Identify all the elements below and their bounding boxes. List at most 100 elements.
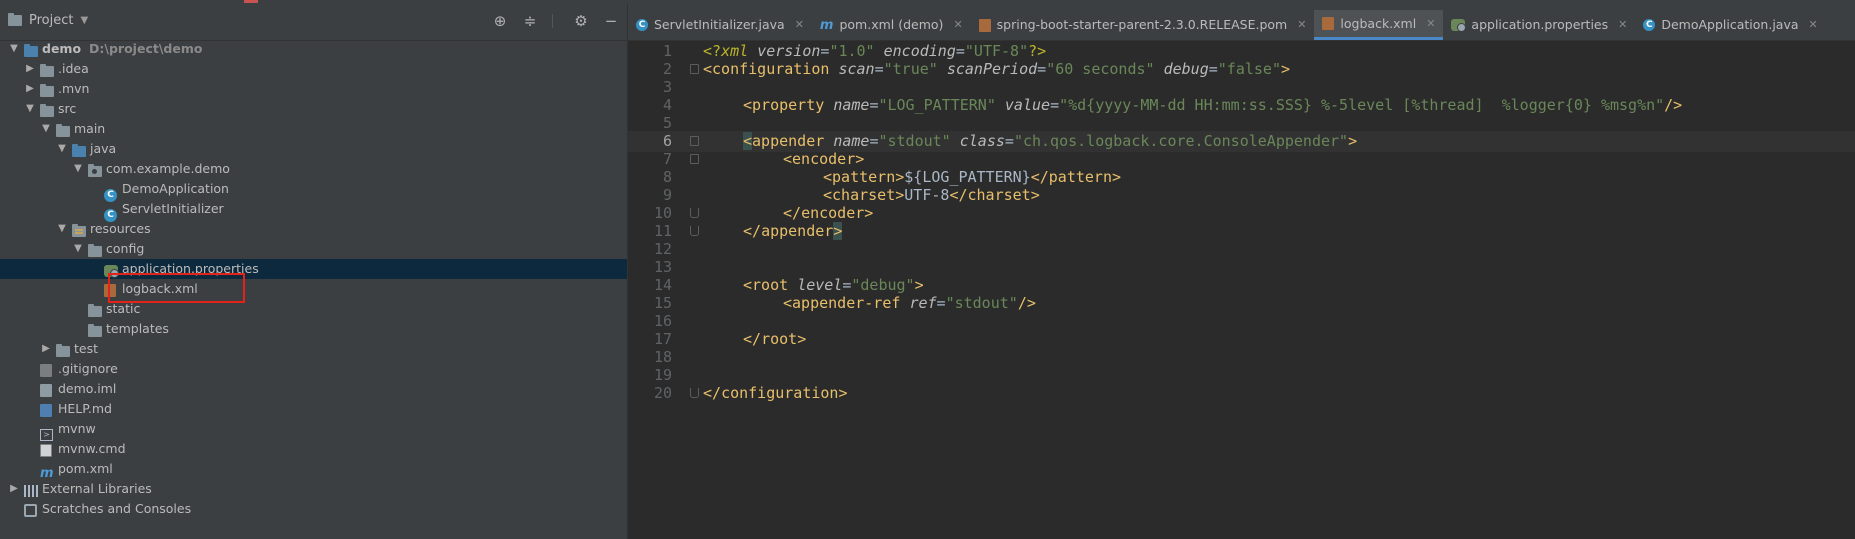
- maven-icon: m: [819, 17, 834, 33]
- attr-name: scan: [838, 60, 875, 78]
- editor-tab-application-properties[interactable]: application.properties ✕: [1443, 10, 1635, 40]
- attr-value: "stdout": [878, 132, 951, 150]
- tree-item-application-properties[interactable]: application.properties: [0, 259, 627, 279]
- expand-arrow-right-icon[interactable]: ▶: [24, 59, 36, 79]
- minimize-icon[interactable]: −: [603, 13, 619, 29]
- tree-item-src[interactable]: ▼ src: [0, 99, 627, 119]
- tree-item-templates[interactable]: templates: [0, 319, 627, 339]
- editor-tab-servletinitializer-java[interactable]: C ServletInitializer.java ✕: [628, 10, 812, 40]
- tab-label: DemoApplication.java: [1661, 17, 1799, 32]
- attr-value: "true": [883, 60, 938, 78]
- attr-name: name: [833, 96, 870, 114]
- expand-arrow-down-icon[interactable]: ▼: [24, 99, 36, 119]
- tag-name: configuration: [712, 60, 830, 78]
- tree-item-mvn[interactable]: ▶ .mvn: [0, 79, 627, 99]
- editor-tab-spring-boot-starter-parent-2-3-0-release-pom[interactable]: spring-boot-starter-parent-2.3.0.RELEASE…: [971, 10, 1315, 40]
- expand-arrow-down-icon[interactable]: ▼: [72, 159, 84, 179]
- tree-item-servletinitializer[interactable]: C ServletInitializer: [0, 199, 627, 222]
- tree-item-mvnw-cmd[interactable]: mvnw.cmd: [0, 439, 627, 459]
- tree-item-pom-xml[interactable]: m pom.xml: [0, 459, 627, 480]
- attr-name: class: [959, 132, 1005, 150]
- tree-item-logback-xml[interactable]: logback.xml: [0, 279, 627, 299]
- gear-icon[interactable]: ⚙: [573, 13, 589, 29]
- fold-marker-icon[interactable]: [690, 154, 699, 164]
- tag-name: charset: [832, 186, 896, 204]
- expand-arrow-down-icon[interactable]: ▼: [56, 219, 68, 239]
- tree-item-java[interactable]: ▼ java: [0, 139, 627, 159]
- editor-tab-bar: C ServletInitializer.java ✕ m pom.xml (demo)…: [628, 3, 1855, 41]
- tree-item-label: templates: [106, 321, 169, 336]
- code-editor[interactable]: 1 <?xml version="1.0" encoding="UTF-8"?> …: [628, 41, 1855, 539]
- tree-item-test[interactable]: ▶ test: [0, 339, 627, 359]
- element-text: ${LOG_PATTERN}: [904, 168, 1031, 186]
- tree-item-label: com.example.demo: [106, 161, 230, 176]
- class-icon: C: [636, 19, 648, 31]
- expand-arrow-down-icon[interactable]: ▼: [8, 39, 20, 59]
- tag-name: pattern: [1048, 168, 1112, 186]
- locate-icon[interactable]: ⊕: [492, 13, 508, 29]
- tag-name: configuration: [721, 384, 839, 402]
- tree-item-resources[interactable]: ▼ resources: [0, 219, 627, 239]
- tree-item-gitignore[interactable]: .gitignore: [0, 359, 627, 379]
- close-tab-icon[interactable]: ✕: [1426, 10, 1435, 38]
- expand-arrow-down-icon[interactable]: ▼: [56, 139, 68, 159]
- tree-item-config[interactable]: ▼ config: [0, 239, 627, 259]
- close-tab-icon[interactable]: ✕: [953, 11, 962, 39]
- tree-item-scratches-and-consoles[interactable]: Scratches and Consoles: [0, 499, 627, 519]
- fold-marker-icon[interactable]: [690, 64, 699, 74]
- tree-item-demo[interactable]: ▼ demo D:\project\demo: [0, 39, 627, 59]
- class-icon: C: [1643, 19, 1656, 31]
- attr-value: "60 seconds": [1046, 60, 1155, 78]
- tree-item-demoapplication[interactable]: C DemoApplication: [0, 179, 627, 202]
- xml-declaration-close: ?>: [1028, 42, 1047, 60]
- tree-item-idea[interactable]: ▶ .idea: [0, 59, 627, 79]
- xml-icon: [1322, 17, 1335, 30]
- tree-item-demo-iml[interactable]: demo.iml: [0, 379, 627, 399]
- scratches-icon: [24, 503, 37, 523]
- tree-item-mvnw[interactable]: > mvnw: [0, 419, 627, 441]
- editor-tab-logback-xml[interactable]: logback.xml ✕: [1314, 10, 1444, 40]
- tag-name: appender: [752, 132, 825, 150]
- tree-item-external-libraries[interactable]: ▶ External Libraries: [0, 479, 627, 499]
- element-text: UTF-8: [904, 186, 950, 204]
- tab-label: spring-boot-starter-parent-2.3.0.RELEASE…: [996, 17, 1288, 32]
- fold-end-marker-icon[interactable]: [690, 208, 699, 218]
- expand-arrow-right-icon[interactable]: ▶: [40, 339, 52, 359]
- tree-item-label: .idea: [58, 61, 89, 76]
- close-tab-icon[interactable]: ✕: [795, 11, 804, 39]
- tag-name: encoder: [792, 150, 856, 168]
- tag-name: root: [752, 276, 789, 294]
- expand-arrow-right-icon[interactable]: ▶: [24, 79, 36, 99]
- fold-marker-icon[interactable]: [690, 136, 699, 146]
- tree-item-help-md[interactable]: HELP.md: [0, 399, 627, 419]
- module-path: D:\project\demo: [89, 41, 203, 56]
- editor-tab-demoapplication-java[interactable]: C DemoApplication.java ✕: [1635, 10, 1825, 40]
- close-tab-icon[interactable]: ✕: [1297, 11, 1306, 39]
- tree-item-label: DemoApplication: [122, 181, 229, 196]
- close-tab-icon[interactable]: ✕: [1618, 11, 1627, 39]
- project-view-selector[interactable]: Project ▼: [8, 13, 88, 28]
- tree-item-label: test: [74, 341, 99, 356]
- expand-arrow-down-icon[interactable]: ▼: [72, 239, 84, 259]
- attr-value: "debug": [851, 276, 915, 294]
- tree-item-label: demo: [42, 41, 82, 56]
- tree-item-static[interactable]: static: [0, 299, 627, 319]
- fold-end-marker-icon[interactable]: [690, 226, 699, 236]
- close-tab-icon[interactable]: ✕: [1809, 11, 1818, 39]
- tree-item-main[interactable]: ▼ main: [0, 119, 627, 139]
- expand-arrow-right-icon[interactable]: ▶: [8, 479, 20, 499]
- attr-name: level: [797, 276, 843, 294]
- editor-area: C ServletInitializer.java ✕ m pom.xml (demo)…: [628, 3, 1855, 539]
- tree-item-label: External Libraries: [42, 481, 152, 496]
- collapse-all-icon[interactable]: ≑: [522, 13, 538, 29]
- attr-value: "stdout": [945, 294, 1018, 312]
- code-line: 20 </configuration>: [628, 383, 1855, 404]
- tree-item-com-example-demo[interactable]: ▼ com.example.demo: [0, 159, 627, 179]
- attr-name: version: [757, 42, 821, 60]
- xml-declaration-open: <?: [703, 42, 722, 60]
- tree-item-label: static: [106, 301, 141, 316]
- editor-tab-pom-xml-demo[interactable]: m pom.xml (demo) ✕: [812, 10, 971, 40]
- expand-arrow-down-icon[interactable]: ▼: [40, 119, 52, 139]
- tag-name: encoder: [801, 204, 865, 222]
- fold-end-marker-icon[interactable]: [690, 388, 699, 398]
